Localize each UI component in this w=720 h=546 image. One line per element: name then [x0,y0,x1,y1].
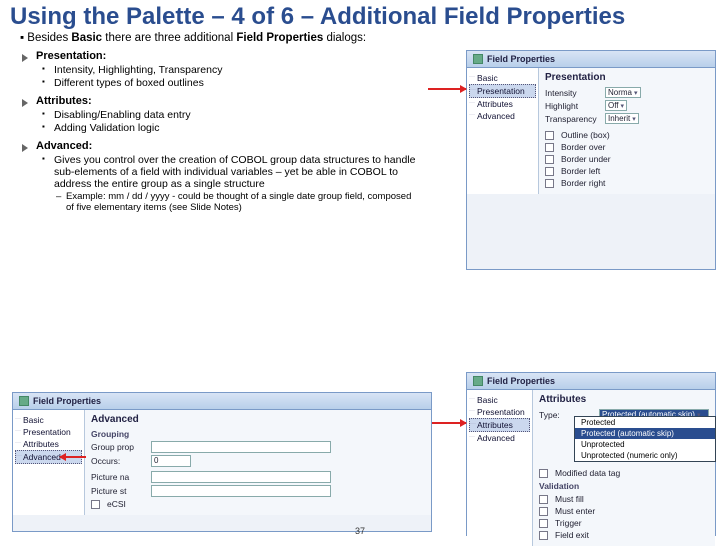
tree-item-attributes[interactable]: Attributes [469,98,536,110]
arrow-icon [428,88,466,90]
intro-mid: there are three additional [102,32,236,44]
tree-item-presentation[interactable]: Presentation [469,84,536,98]
label-picture-st: Picture st [91,486,147,496]
dropdown-option-protected[interactable]: Protected [575,417,715,428]
panel-icon [19,396,29,406]
attributes-item-2: Adding Validation logic [20,122,420,134]
tree-item-presentation[interactable]: Presentation [15,426,82,438]
label-fieldexit: Field exit [555,530,589,540]
intro-post: dialogs: [323,32,366,44]
label-occurs: Occurs: [91,456,147,466]
dropdown-type[interactable]: Protected Protected (automatic skip) Unp… [574,416,716,462]
advanced-example: Example: mm / dd / yyyy - could be thoug… [20,191,420,213]
tree-item-basic[interactable]: Basic [15,414,82,426]
checkbox-border-over[interactable] [545,143,554,152]
checkbox-mustfill[interactable] [539,495,548,504]
input-occurs[interactable]: 0 [151,455,191,467]
attributes-props: Attributes Type:Protected (automatic ski… [533,390,715,546]
intro-line: ▪ Besides Basic there are three addition… [20,32,420,44]
dropdown-option-unprotected-num[interactable]: Unprotected (numeric only) [575,450,715,461]
advanced-item-1: Gives you control over the creation of C… [20,154,420,190]
intro-bold1: Basic [71,32,102,44]
label-trigger: Trigger [555,518,582,528]
label-bright: Border right [561,178,605,188]
label-intensity: Intensity [545,88,601,98]
label-bleft: Border left [561,166,600,176]
panel-icon [473,376,483,386]
checkbox-ecsi[interactable] [91,500,100,509]
intro-pre: Besides [27,32,71,44]
tree-item-basic[interactable]: Basic [469,72,536,84]
panel-title-text: Field Properties [487,376,555,386]
presentation-item-2: Different types of boxed outlines [20,77,420,89]
panel-presentation: Field Properties Basic Presentation Attr… [466,50,716,270]
panel-title-attributes: Field Properties [467,373,715,390]
tree-item-advanced[interactable]: Advanced [469,432,530,444]
panel-title-advanced: Field Properties [13,393,431,410]
tree-presentation[interactable]: Basic Presentation Attributes Advanced [467,68,539,194]
tree-advanced[interactable]: Basic Presentation Attributes Advanced [13,410,85,515]
panel-title-text: Field Properties [33,396,101,406]
panel-advanced: Field Properties Basic Presentation Attr… [12,392,432,532]
label-mustfill: Must fill [555,494,584,504]
attributes-item-1: Disabling/Enabling data entry [20,109,420,121]
checkbox-trigger[interactable] [539,519,548,528]
heading-presentation: Presentation: [20,50,420,62]
label-outline: Outline (box) [561,130,610,140]
heading-attributes: Attributes: [20,95,420,107]
checkbox-border-under[interactable] [545,155,554,164]
select-transparency[interactable]: Inherit [605,113,639,124]
checkbox-outline[interactable] [545,131,554,140]
select-intensity[interactable]: Norma [605,87,641,98]
arrow-icon [432,422,466,424]
panel-title-presentation: Field Properties [467,51,715,68]
label-picture-na: Picture na [91,472,147,482]
presentation-item-1: Intensity, Highlighting, Transparency [20,64,420,76]
label-group-prop: Group prop [91,442,147,452]
label-bunder: Border under [561,154,611,164]
arrow-icon [60,456,86,458]
tree-item-attributes[interactable]: Attributes [15,438,82,450]
presentation-heading: Presentation [545,72,709,83]
tree-item-basic[interactable]: Basic [469,394,530,406]
input-picture-st[interactable] [151,485,331,497]
grouping-subhead: Grouping [91,429,425,439]
select-highlight[interactable]: Off [605,100,627,111]
panel-title-text: Field Properties [487,54,555,64]
checkbox-border-right[interactable] [545,179,554,188]
dropdown-option-protected-skip[interactable]: Protected (automatic skip) [575,428,715,439]
tree-item-presentation[interactable]: Presentation [469,406,530,418]
heading-advanced: Advanced: [20,140,420,152]
slide-body: ▪ Besides Basic there are three addition… [0,32,430,213]
attributes-heading: Attributes [539,394,709,405]
label-mdt: Modified data tag [555,468,620,478]
checkbox-mustenter[interactable] [539,507,548,516]
label-mustenter: Must enter [555,506,595,516]
input-group-prop[interactable] [151,441,331,453]
tree-item-attributes[interactable]: Attributes [469,418,530,432]
label-bover: Border over [561,142,605,152]
tree-item-advanced[interactable]: Advanced [469,110,536,122]
label-transparency: Transparency [545,114,601,124]
input-picture-na[interactable] [151,471,331,483]
slide-title: Using the Palette – 4 of 6 – Additional … [0,0,720,30]
intro-bold2: Field Properties [236,32,323,44]
label-highlight: Highlight [545,101,601,111]
checkbox-border-left[interactable] [545,167,554,176]
tree-attributes[interactable]: Basic Presentation Attributes Advanced [467,390,533,546]
advanced-props: Advanced Grouping Group prop Occurs: 0 Pi… [85,410,431,515]
checkbox-mdt[interactable] [539,469,548,478]
presentation-props: Presentation Intensity Norma Highlight Off… [539,68,715,194]
advanced-heading: Advanced [91,414,425,425]
page-number: 37 [355,526,365,536]
dropdown-option-unprotected[interactable]: Unprotected [575,439,715,450]
label-ecsi: eCSI [107,499,126,509]
panel-icon [473,54,483,64]
validation-subhead: Validation [539,481,709,491]
checkbox-fieldexit[interactable] [539,531,548,540]
